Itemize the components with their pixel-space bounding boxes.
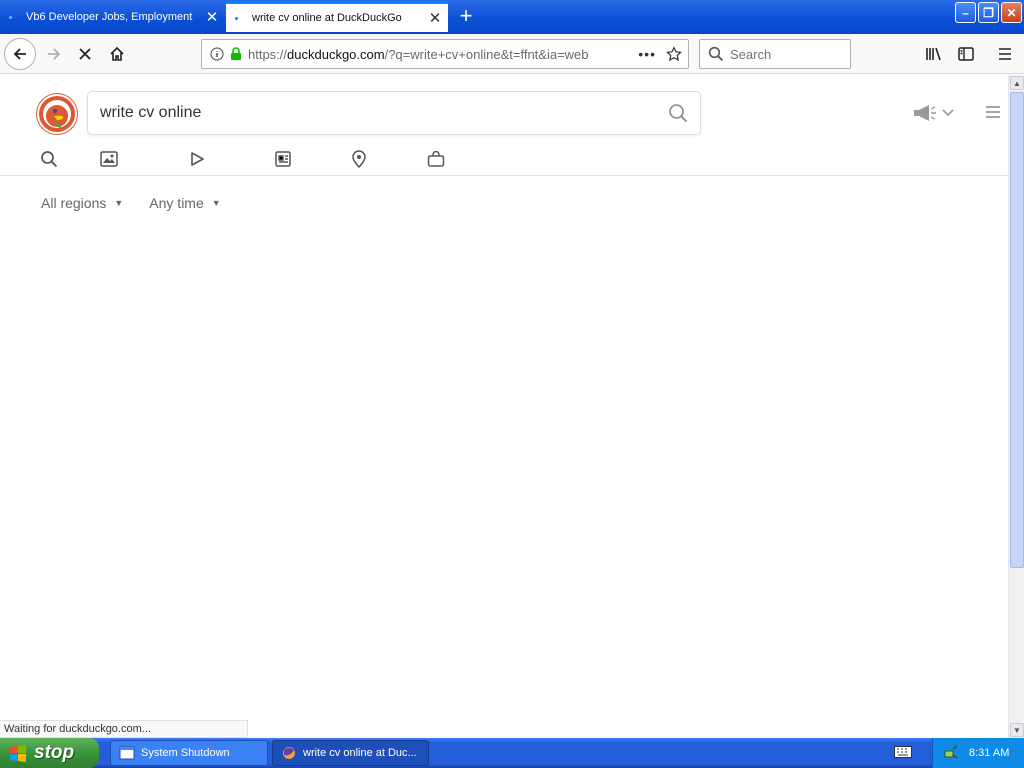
news-tab[interactable]: [273, 149, 293, 169]
maps-icon: [352, 150, 366, 168]
browser-app-icon: [283, 747, 295, 759]
tab-vb6-jobs[interactable]: Vb6 Developer Jobs, Employment ✕: [0, 2, 225, 32]
navigation-toolbar: https://duckduckgo.com/?q=write+cv+onlin…: [0, 34, 1024, 74]
search-verticals: [0, 148, 1008, 176]
library-icon: [926, 47, 941, 61]
sidebar-icon: [958, 47, 974, 61]
chevron-down-icon: [942, 109, 954, 117]
megaphone-icon: [914, 105, 936, 121]
page-actions-icon[interactable]: •••: [638, 46, 656, 62]
restore-button[interactable]: ❐: [978, 2, 999, 23]
system-tray: 8:31 AM: [932, 738, 1024, 768]
stop-icon: [79, 48, 91, 60]
lock-icon[interactable]: [230, 47, 242, 61]
forward-button[interactable]: [38, 38, 70, 70]
window-controls: – ❐ ✕: [955, 2, 1022, 23]
info-icon[interactable]: [210, 47, 224, 61]
home-icon: [110, 46, 124, 61]
images-tab[interactable]: [99, 149, 119, 169]
news-icon: [275, 151, 291, 167]
browser-titlebar: Vb6 Developer Jobs, Employment ✕ write c…: [0, 0, 1024, 34]
stop-button[interactable]: [69, 38, 101, 70]
bookmark-star-icon[interactable]: [666, 46, 682, 62]
taskbar-item-label: System Shutdown: [141, 747, 230, 759]
time-filter-dropdown[interactable]: Any time ▼: [149, 195, 220, 211]
status-bar: Waiting for duckduckgo.com...: [0, 720, 248, 738]
forward-arrow-icon: [48, 48, 61, 60]
tab-favicon-icon: [235, 16, 238, 20]
vertical-scrollbar[interactable]: ▲ ▼: [1008, 75, 1024, 738]
back-arrow-icon: [13, 48, 26, 60]
windows-flag-icon: [10, 745, 26, 762]
tab-favicon-icon: [9, 15, 12, 19]
videos-tab[interactable]: [187, 149, 207, 169]
new-tab-button[interactable]: +: [452, 3, 480, 31]
close-button[interactable]: ✕: [1001, 2, 1022, 23]
home-button[interactable]: [101, 38, 133, 70]
window-icon: [119, 746, 135, 760]
minimize-button[interactable]: –: [955, 2, 976, 23]
taskbar-item-browser[interactable]: write cv online at Duc...: [272, 740, 429, 766]
browser-search-box[interactable]: Search: [699, 39, 851, 69]
address-bar[interactable]: https://duckduckgo.com/?q=write+cv+onlin…: [201, 39, 689, 69]
duck-logo-icon: [43, 100, 71, 129]
shopping-icon: [427, 151, 445, 167]
shopping-tab[interactable]: [426, 149, 446, 169]
url-text[interactable]: https://duckduckgo.com/?q=write+cv+onlin…: [248, 47, 638, 62]
scroll-down-button[interactable]: ▼: [1010, 723, 1024, 737]
screen: Vb6 Developer Jobs, Employment ✕ write c…: [0, 0, 1024, 768]
images-icon: [100, 151, 118, 167]
search-icon: [708, 46, 724, 62]
taskbar: stop System Shutdown write cv online at …: [0, 738, 1024, 768]
tab-close-icon[interactable]: ✕: [422, 9, 448, 27]
scroll-up-button[interactable]: ▲: [1010, 76, 1024, 90]
app-menu-button[interactable]: [989, 38, 1021, 70]
maps-tab[interactable]: [349, 149, 369, 169]
start-label: stop: [34, 742, 75, 763]
search-button-icon[interactable]: [668, 103, 688, 123]
tab-label: Vb6 Developer Jobs, Employment: [26, 11, 193, 23]
menu-icon: [999, 48, 1011, 60]
start-button[interactable]: stop: [0, 738, 99, 768]
taskbar-item-label: write cv online at Duc...: [303, 747, 417, 759]
announcements-toggle[interactable]: [912, 104, 954, 122]
keyboard-icon[interactable]: [894, 746, 912, 758]
tab-duckduckgo[interactable]: write cv online at DuckDuckGo ✕: [226, 2, 448, 32]
page-menu-button[interactable]: [985, 105, 1001, 124]
search-placeholder: Search: [730, 46, 772, 62]
hamburger-icon: [986, 106, 1000, 118]
sidebar-button[interactable]: [950, 38, 982, 70]
library-button[interactable]: [918, 38, 950, 70]
region-filter-dropdown[interactable]: All regions ▼: [41, 195, 123, 211]
search-filters: All regions ▼ Any time ▼: [41, 195, 221, 211]
network-icon[interactable]: [943, 745, 959, 761]
region-filter-label: All regions: [41, 195, 107, 211]
caret-down-icon: ▼: [114, 198, 124, 208]
web-search-tab[interactable]: [39, 149, 59, 169]
taskbar-item-system-shutdown[interactable]: System Shutdown: [110, 740, 268, 766]
page-content: write cv online All regions ▼ Any time ▼: [0, 75, 1008, 738]
scroll-thumb[interactable]: [1010, 92, 1024, 568]
search-input[interactable]: write cv online: [87, 91, 701, 135]
time-filter-label: Any time: [149, 195, 204, 211]
videos-icon: [191, 152, 204, 166]
clock[interactable]: 8:31 AM: [969, 747, 1009, 759]
search-icon: [41, 151, 58, 168]
caret-down-icon: ▼: [211, 198, 221, 208]
tab-close-icon[interactable]: ✕: [199, 8, 225, 26]
back-button[interactable]: [4, 38, 36, 70]
search-query-text[interactable]: write cv online: [100, 104, 668, 122]
duckduckgo-logo[interactable]: [37, 94, 77, 134]
tab-label: write cv online at DuckDuckGo: [252, 12, 402, 24]
